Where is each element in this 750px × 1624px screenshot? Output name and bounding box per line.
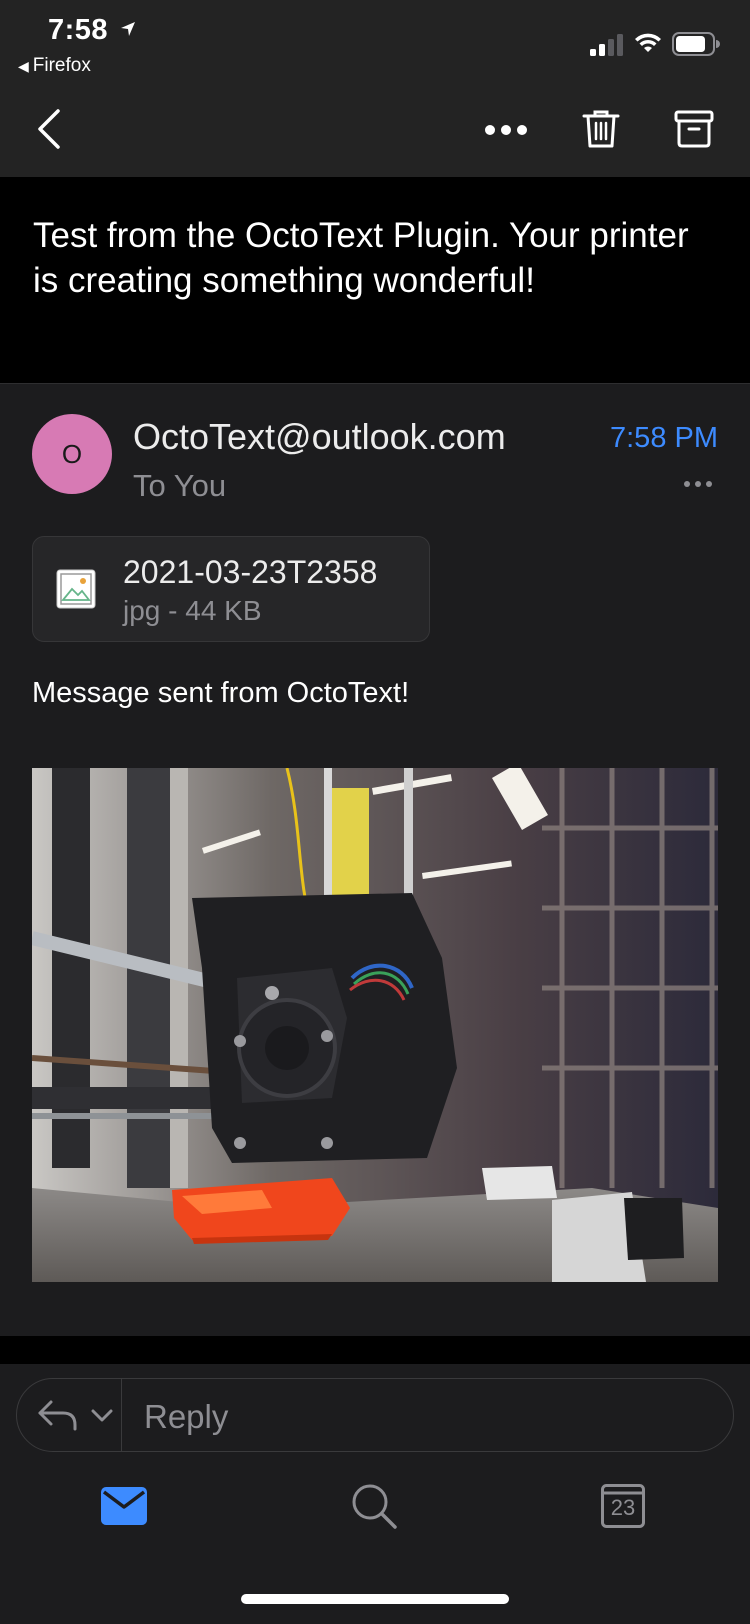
printer-camera-photo[interactable] <box>32 768 718 1282</box>
mail-tab-icon[interactable] <box>101 1487 147 1525</box>
attachment-meta: jpg - 44 KB <box>123 595 262 626</box>
message-view: O OctoText@outlook.com 7:58 PM To You 20… <box>0 384 750 1364</box>
calendar-tab[interactable]: 23 <box>601 1484 645 1528</box>
search-tab-icon[interactable] <box>350 1482 398 1530</box>
sender-address[interactable]: OctoText@outlook.com <box>133 416 506 458</box>
message-body: Message sent from OctoText! <box>32 677 410 709</box>
reply-icon[interactable] <box>37 1399 79 1431</box>
message-more-icon[interactable] <box>683 480 713 488</box>
image-file-icon <box>56 569 96 609</box>
message-time: 7:58 PM <box>610 422 718 454</box>
status-time: 7:58 <box>48 14 109 46</box>
back-chevron-icon[interactable] <box>34 108 64 150</box>
recipient-line[interactable]: To You <box>133 468 226 504</box>
reply-field[interactable]: Reply <box>16 1378 734 1452</box>
email-subject: Test from the OctoText Plugin. Your prin… <box>33 216 689 300</box>
back-app-label: Firefox <box>32 55 91 76</box>
cellular-signal-icon <box>590 34 623 56</box>
attachment-name: 2021-03-23T2358 <box>123 554 378 590</box>
back-to-app-link[interactable]: ◀ Firefox <box>18 55 91 77</box>
attachment-card[interactable]: 2021-03-23T2358 jpg - 44 KB <box>32 536 430 642</box>
more-options-icon[interactable] <box>484 124 528 136</box>
chevron-down-icon[interactable] <box>91 1409 113 1423</box>
back-triangle-icon: ◀ <box>18 58 29 74</box>
location-arrow-icon <box>121 22 135 36</box>
calendar-day-number: 23 <box>610 1495 636 1520</box>
battery-icon <box>672 32 720 56</box>
status-bar: 7:58 ◀ Firefox <box>0 0 750 80</box>
bottom-bar: Reply 23 <box>0 1364 750 1624</box>
nav-bar <box>0 80 750 177</box>
reply-separator <box>121 1379 122 1451</box>
home-indicator[interactable] <box>241 1594 509 1604</box>
trash-icon[interactable] <box>581 108 621 150</box>
subject-header: Test from the OctoText Plugin. Your prin… <box>0 177 750 384</box>
avatar[interactable]: O <box>32 414 112 494</box>
archive-icon[interactable] <box>674 108 714 150</box>
section-divider <box>0 1336 750 1364</box>
wifi-icon <box>635 33 661 52</box>
reply-placeholder[interactable]: Reply <box>144 1398 228 1436</box>
